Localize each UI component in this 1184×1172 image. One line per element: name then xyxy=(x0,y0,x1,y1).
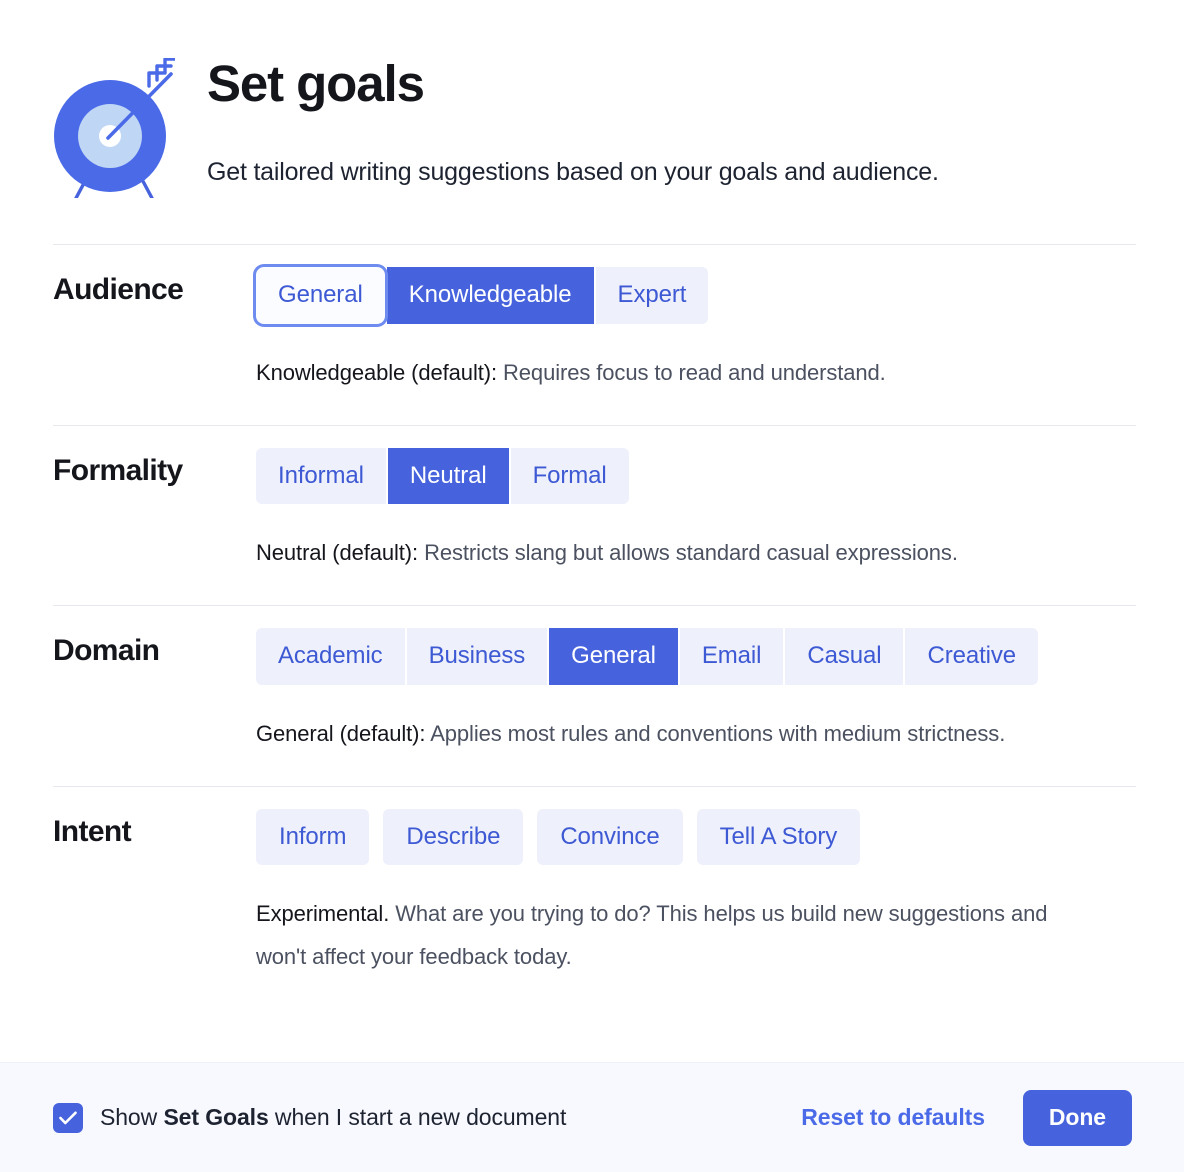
helper-rest: Requires focus to read and understand. xyxy=(497,359,886,385)
segmented-control-formality: Informal Neutral Formal xyxy=(256,447,629,505)
section-body: Academic Business General Email Casual Creati… xyxy=(256,606,1136,786)
option-intent-convince[interactable]: Convince xyxy=(537,808,683,866)
section-body: General Knowledgeable Expert Knowledgeable … xyxy=(256,245,1136,425)
helper-strong: Experimental. xyxy=(256,901,390,927)
option-domain-casual[interactable]: Casual xyxy=(785,628,904,685)
section-formality: Formality Informal Neutral Formal Neutral (d… xyxy=(0,426,1184,606)
done-button[interactable]: Done xyxy=(1022,1089,1132,1146)
dialog-footer: Show Set Goals when I start a new docume… xyxy=(0,1062,1184,1172)
section-helper-text: Neutral (default): Restricts slang but a… xyxy=(256,504,1101,605)
section-label-intent: Intent xyxy=(53,814,132,848)
option-formality-informal[interactable]: Informal xyxy=(256,447,386,505)
option-formality-formal[interactable]: Formal xyxy=(510,447,629,505)
helper-rest: Restricts slang but allows standard casu… xyxy=(418,540,958,566)
option-group-wrap: Informal Neutral Formal xyxy=(256,426,1136,505)
checkbox-label-before: Show xyxy=(100,1104,164,1130)
helper-strong: General (default): xyxy=(256,720,426,746)
helper-strong: Knowledgeable (default): xyxy=(256,359,497,385)
section-label-formality: Formality xyxy=(53,453,183,487)
option-intent-describe[interactable]: Describe xyxy=(383,808,524,866)
page-subtitle: Get tailored writing suggestions based o… xyxy=(207,158,939,187)
checkbox-label-strong: Set Goals xyxy=(163,1104,269,1130)
dialog-header: Set goals Get tailored writing suggestio… xyxy=(0,0,1184,244)
header-text-block: Set goals Get tailored writing suggestio… xyxy=(175,52,939,189)
section-helper-text: Experimental. What are you trying to do?… xyxy=(256,865,1101,1009)
option-domain-business[interactable]: Business xyxy=(406,628,548,685)
option-group-wrap: General Knowledgeable Expert xyxy=(256,245,1136,324)
show-set-goals-checkbox[interactable] xyxy=(53,1102,83,1133)
checkmark-icon xyxy=(59,1110,77,1124)
section-intent: Intent Inform Describe Convince Tell A Story… xyxy=(0,787,1184,1009)
segmented-control-domain: Academic Business General Email Casual Creati… xyxy=(256,628,1039,685)
segmented-control-audience: General Knowledgeable Expert xyxy=(256,267,709,324)
option-audience-general[interactable]: General xyxy=(256,267,385,324)
target-with-arrow-icon xyxy=(53,52,181,203)
option-domain-academic[interactable]: Academic xyxy=(256,628,405,685)
option-formality-neutral[interactable]: Neutral xyxy=(387,447,509,505)
page-title: Set goals xyxy=(207,55,425,112)
helper-rest: Applies most rules and conventions with … xyxy=(425,720,1006,746)
helper-strong: Neutral (default): xyxy=(256,540,419,566)
section-body: Inform Describe Convince Tell A Story Experi… xyxy=(256,787,1136,1009)
section-helper-text: General (default): Applies most rules an… xyxy=(256,685,1101,786)
settings-sections: Audience General Knowledgeable Expert Knowle… xyxy=(0,244,1184,1009)
section-audience: Audience General Knowledgeable Expert Knowle… xyxy=(0,245,1184,425)
option-audience-expert[interactable]: Expert xyxy=(595,267,709,324)
option-group-wrap: Academic Business General Email Casual Creati… xyxy=(256,606,1136,685)
option-group-wrap: Inform Describe Convince Tell A Story xyxy=(256,787,1136,866)
checkbox-label-after: when I start a new document xyxy=(268,1104,567,1130)
reset-to-defaults-button[interactable]: Reset to defaults xyxy=(797,1096,989,1139)
pill-group-intent: Inform Describe Convince Tell A Story xyxy=(256,808,861,866)
show-set-goals-checkbox-row[interactable]: Show Set Goals when I start a new docume… xyxy=(53,1102,566,1133)
section-helper-text: Knowledgeable (default): Requires focus … xyxy=(256,324,1101,425)
show-set-goals-label: Show Set Goals when I start a new docume… xyxy=(100,1104,566,1131)
option-domain-creative[interactable]: Creative xyxy=(905,628,1039,685)
option-audience-knowledgeable[interactable]: Knowledgeable xyxy=(386,267,594,324)
option-domain-email[interactable]: Email xyxy=(679,628,784,685)
section-label-audience: Audience xyxy=(53,273,184,306)
section-label-domain: Domain xyxy=(53,634,160,668)
option-domain-general[interactable]: General xyxy=(549,628,678,685)
section-domain: Domain Academic Business General Email Casual… xyxy=(0,606,1184,786)
set-goals-dialog: Set goals Get tailored writing suggestio… xyxy=(0,0,1184,1172)
option-intent-tell-a-story[interactable]: Tell A Story xyxy=(696,808,861,866)
section-body: Informal Neutral Formal Neutral (default): … xyxy=(256,426,1136,606)
option-intent-inform[interactable]: Inform xyxy=(256,808,370,866)
